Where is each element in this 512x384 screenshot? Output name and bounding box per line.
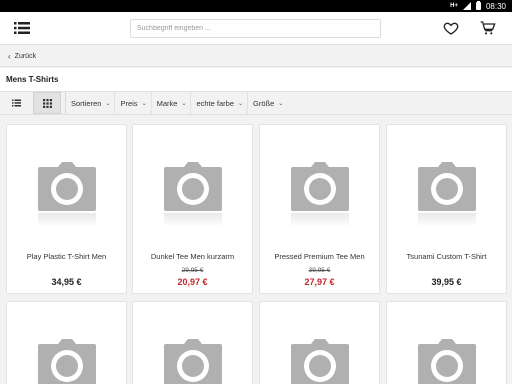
product-card[interactable] bbox=[259, 301, 380, 384]
camera-placeholder-icon bbox=[418, 162, 476, 211]
chevron-down-icon: ⌄ bbox=[181, 100, 187, 107]
camera-reflection bbox=[38, 213, 96, 227]
product-card[interactable]: Pressed Premium Tee Men 39,95 € 27,97 € bbox=[259, 124, 380, 294]
list-view-icon bbox=[11, 99, 21, 107]
status-bar: H+ 08:30 bbox=[0, 0, 512, 12]
product-card[interactable] bbox=[386, 301, 507, 384]
product-sale-price: 27,97 € bbox=[304, 277, 335, 287]
battery-icon bbox=[475, 1, 481, 10]
camera-reflection bbox=[164, 213, 222, 227]
product-price: 39,95 € bbox=[431, 277, 462, 287]
product-old-price: 39,95 € bbox=[308, 267, 331, 274]
filter-sort[interactable]: Sortieren ⌄ bbox=[66, 92, 116, 114]
product-sale-price: 20,97 € bbox=[177, 277, 208, 287]
filter-brand-label: Marke bbox=[156, 98, 178, 108]
cart-button[interactable] bbox=[480, 20, 496, 36]
product-name: Pressed Premium Tee Men bbox=[274, 252, 365, 261]
menu-button[interactable] bbox=[14, 21, 30, 35]
filter-price-label: Preis bbox=[120, 98, 138, 108]
chevron-down-icon: ⌄ bbox=[105, 100, 111, 107]
filter-size[interactable]: Größe ⌄ bbox=[248, 92, 287, 114]
back-label: Zurück bbox=[14, 52, 37, 60]
heart-icon bbox=[443, 22, 459, 35]
product-grid: Play Plastic T-Shirt Men 34,95 € Dunkel … bbox=[0, 116, 512, 384]
filter-sort-label: Sortieren bbox=[71, 98, 102, 108]
app-header bbox=[0, 12, 512, 45]
chevron-left-icon: ‹ bbox=[8, 51, 11, 61]
filter-color[interactable]: echte farbe ⌄ bbox=[191, 92, 249, 114]
camera-reflection bbox=[291, 213, 349, 227]
product-card[interactable]: Play Plastic T-Shirt Men 34,95 € bbox=[6, 124, 127, 294]
category-title-bar: Mens T-Shirts bbox=[0, 68, 512, 91]
grid-view-button[interactable] bbox=[33, 92, 61, 114]
product-card[interactable] bbox=[6, 301, 127, 384]
filter-brand[interactable]: Marke ⌄ bbox=[152, 92, 192, 114]
wishlist-button[interactable] bbox=[443, 20, 459, 36]
signal-icon bbox=[462, 2, 471, 10]
camera-placeholder-icon bbox=[418, 339, 476, 384]
hamburger-menu-icon bbox=[14, 22, 30, 34]
product-name: Dunkel Tee Men kurzarm bbox=[150, 252, 235, 261]
page-title: Mens T-Shirts bbox=[6, 75, 59, 84]
filter-bar: Sortieren ⌄ Preis ⌄ Marke ⌄ echte farbe … bbox=[0, 91, 512, 115]
chevron-down-icon: ⌄ bbox=[278, 100, 284, 107]
chevron-down-icon: ⌄ bbox=[238, 100, 244, 107]
grid-view-icon bbox=[42, 98, 52, 108]
camera-placeholder-icon bbox=[291, 339, 349, 384]
search-input[interactable] bbox=[130, 19, 381, 38]
camera-placeholder-icon bbox=[164, 162, 222, 211]
network-type: H+ bbox=[450, 3, 458, 9]
product-card[interactable]: Tsunami Custom T-Shirt 39,95 € bbox=[386, 124, 507, 294]
filter-color-label: echte farbe bbox=[196, 98, 234, 108]
filter-size-label: Größe bbox=[253, 98, 275, 108]
camera-placeholder-icon bbox=[38, 162, 96, 211]
camera-placeholder-icon bbox=[291, 162, 349, 211]
clock: 08:30 bbox=[485, 1, 506, 11]
product-name: Tsunami Custom T-Shirt bbox=[406, 252, 487, 261]
camera-placeholder-icon bbox=[38, 339, 96, 384]
product-old-price: 29,95 € bbox=[181, 267, 204, 274]
product-price: 34,95 € bbox=[51, 277, 82, 287]
camera-reflection bbox=[418, 213, 476, 227]
product-card[interactable]: Dunkel Tee Men kurzarm 29,95 € 20,97 € bbox=[132, 124, 253, 294]
filter-price[interactable]: Preis ⌄ bbox=[115, 92, 152, 114]
cart-icon bbox=[480, 21, 496, 35]
back-link[interactable]: ‹ Zurück bbox=[0, 46, 512, 67]
list-view-button[interactable] bbox=[2, 92, 30, 114]
camera-placeholder-icon bbox=[164, 339, 222, 384]
product-name: Play Plastic T-Shirt Men bbox=[26, 252, 107, 261]
product-card[interactable] bbox=[132, 301, 253, 384]
chevron-down-icon: ⌄ bbox=[141, 100, 147, 107]
